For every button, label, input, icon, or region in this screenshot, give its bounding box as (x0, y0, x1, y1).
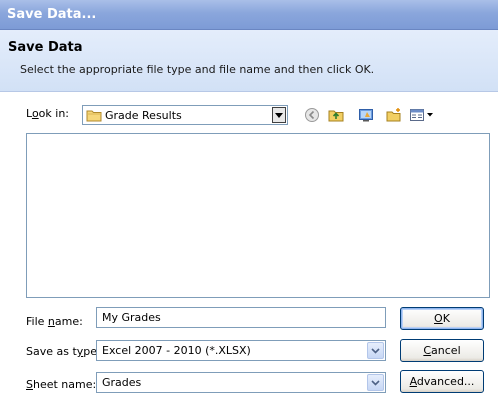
look-in-label: Look in: (26, 107, 70, 120)
back-icon (305, 108, 319, 122)
save-as-type-dropdown[interactable]: Excel 2007 - 2010 (*.XLSX) (96, 340, 386, 361)
save-as-type-value: Excel 2007 - 2010 (*.XLSX) (102, 344, 251, 357)
file-name-label: File name: (26, 315, 83, 328)
up-folder-button[interactable] (326, 105, 346, 125)
title-bar[interactable]: Save Data... (0, 0, 498, 30)
sheet-name-dropdown[interactable]: Grades (96, 372, 386, 393)
save-as-type-label: Save as type: (26, 345, 101, 358)
sheet-name-label: Sheet name: (26, 378, 97, 391)
desktop-button[interactable] (356, 105, 376, 125)
file-name-input[interactable]: My Grades (96, 307, 386, 328)
chevron-down-icon[interactable] (367, 374, 384, 391)
chevron-down-icon[interactable] (272, 107, 286, 123)
file-list[interactable] (26, 133, 490, 298)
view-menu-button[interactable] (408, 105, 438, 125)
dialog-instructions: Select the appropriate file type and fil… (20, 63, 375, 76)
dialog-heading: Save Data (8, 40, 83, 55)
new-folder-button[interactable] (384, 105, 404, 125)
look-in-value: Grade Results (105, 109, 182, 122)
sheet-name-value: Grades (102, 376, 142, 389)
window-title: Save Data... (7, 7, 97, 22)
desktop-icon (359, 109, 373, 122)
file-name-value: My Grades (102, 311, 161, 324)
look-in-dropdown[interactable]: Grade Results (82, 105, 288, 125)
view-menu-icon (410, 109, 433, 121)
dialog-header: Save Data Select the appropriate file ty… (0, 30, 498, 92)
ok-button[interactable]: OK (400, 307, 484, 330)
up-folder-icon (328, 110, 344, 122)
back-button[interactable] (302, 105, 322, 125)
cancel-button[interactable]: Cancel (400, 339, 484, 362)
chevron-down-icon[interactable] (367, 342, 384, 359)
advanced-button[interactable]: Advanced... (400, 370, 484, 393)
new-folder-icon (386, 108, 401, 122)
folder-icon (86, 109, 102, 125)
